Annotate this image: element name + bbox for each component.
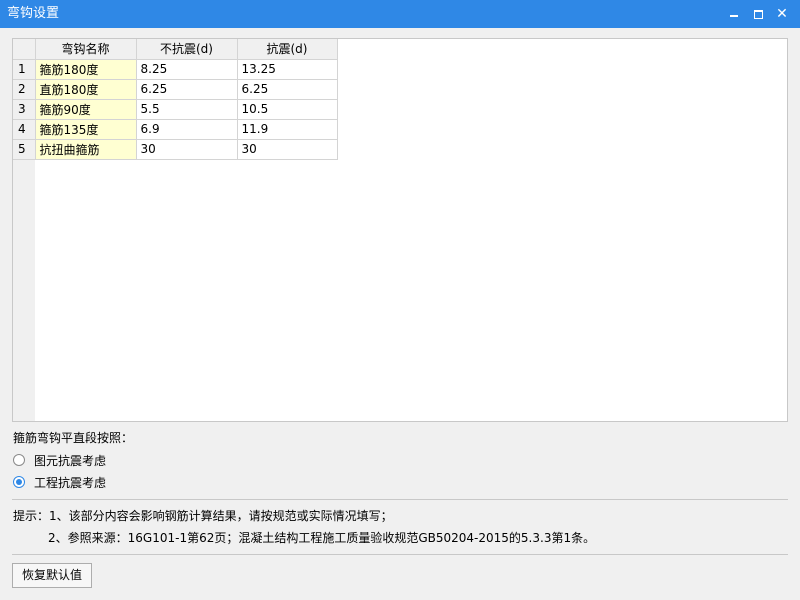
table-row: 4 箍筋135度 6.9 11.9 bbox=[13, 119, 338, 140]
nonseismic-cell[interactable]: 30 bbox=[136, 139, 238, 160]
hook-settings-grid[interactable]: 弯钩名称 不抗震(d) 抗震(d) 1 箍筋180度 8.25 13.25 2 … bbox=[12, 38, 788, 422]
column-header-nonseismic[interactable]: 不抗震(d) bbox=[136, 39, 238, 60]
table-row: 5 抗扭曲箍筋 30 30 bbox=[13, 139, 338, 160]
table-row: 1 箍筋180度 8.25 13.25 bbox=[13, 59, 338, 80]
seismic-cell[interactable]: 11.9 bbox=[237, 119, 338, 140]
corner-cell[interactable] bbox=[13, 39, 36, 60]
nonseismic-cell[interactable]: 6.25 bbox=[136, 79, 238, 100]
seismic-cell[interactable]: 13.25 bbox=[237, 59, 338, 80]
hook-name-cell[interactable]: 抗扭曲箍筋 bbox=[35, 139, 137, 160]
seismic-cell[interactable]: 10.5 bbox=[237, 99, 338, 120]
straight-section-label: 箍筋弯钩平直段按照： bbox=[13, 431, 134, 445]
row-number[interactable]: 2 bbox=[13, 79, 36, 100]
restore-default-button[interactable]: 恢复默认值 bbox=[12, 563, 92, 588]
divider bbox=[12, 554, 788, 555]
column-header-name[interactable]: 弯钩名称 bbox=[35, 39, 137, 60]
hook-table: 弯钩名称 不抗震(d) 抗震(d) 1 箍筋180度 8.25 13.25 2 … bbox=[13, 39, 338, 160]
table-header-row: 弯钩名称 不抗震(d) 抗震(d) bbox=[13, 39, 338, 60]
row-number[interactable]: 4 bbox=[13, 119, 36, 140]
hint-line-1: 提示：1、该部分内容会影响钢筋计算结果，请按规范或实际情况填写； bbox=[13, 509, 393, 523]
hook-name-cell[interactable]: 箍筋135度 bbox=[35, 119, 137, 140]
row-number[interactable]: 3 bbox=[13, 99, 36, 120]
column-header-seismic[interactable]: 抗震(d) bbox=[237, 39, 338, 60]
minimize-icon bbox=[730, 15, 738, 17]
divider bbox=[12, 499, 788, 500]
close-button[interactable]: ✕ bbox=[772, 4, 792, 24]
window-title: 弯钩设置 bbox=[7, 6, 60, 21]
radio-label-element-seismic[interactable]: 图元抗震考虑 bbox=[34, 452, 106, 470]
table-row: 2 直筋180度 6.25 6.25 bbox=[13, 79, 338, 100]
hook-name-cell[interactable]: 直筋180度 bbox=[35, 79, 137, 100]
nonseismic-cell[interactable]: 6.9 bbox=[136, 119, 238, 140]
maximize-icon bbox=[753, 10, 763, 19]
close-icon: ✕ bbox=[776, 6, 788, 22]
table-row: 3 箍筋90度 5.5 10.5 bbox=[13, 99, 338, 120]
nonseismic-cell[interactable]: 8.25 bbox=[136, 59, 238, 80]
seismic-cell[interactable]: 30 bbox=[237, 139, 338, 160]
radio-button-project-seismic[interactable] bbox=[13, 476, 25, 488]
row-number[interactable]: 5 bbox=[13, 139, 36, 160]
hook-name-cell[interactable]: 箍筋90度 bbox=[35, 99, 137, 120]
maximize-button[interactable] bbox=[748, 4, 768, 24]
nonseismic-cell[interactable]: 5.5 bbox=[136, 99, 238, 120]
radio-label-project-seismic[interactable]: 工程抗震考虑 bbox=[34, 474, 106, 492]
hook-name-cell[interactable]: 箍筋180度 bbox=[35, 59, 137, 80]
seismic-cell[interactable]: 6.25 bbox=[237, 79, 338, 100]
hint-line-2: 2、参照来源：16G101-1第62页；混凝土结构工程施工质量验收规范GB502… bbox=[48, 531, 596, 545]
radio-button-element-seismic[interactable] bbox=[13, 454, 25, 466]
title-bar: 弯钩设置 ✕ bbox=[0, 0, 800, 28]
row-number[interactable]: 1 bbox=[13, 59, 36, 80]
minimize-button[interactable] bbox=[724, 4, 744, 24]
